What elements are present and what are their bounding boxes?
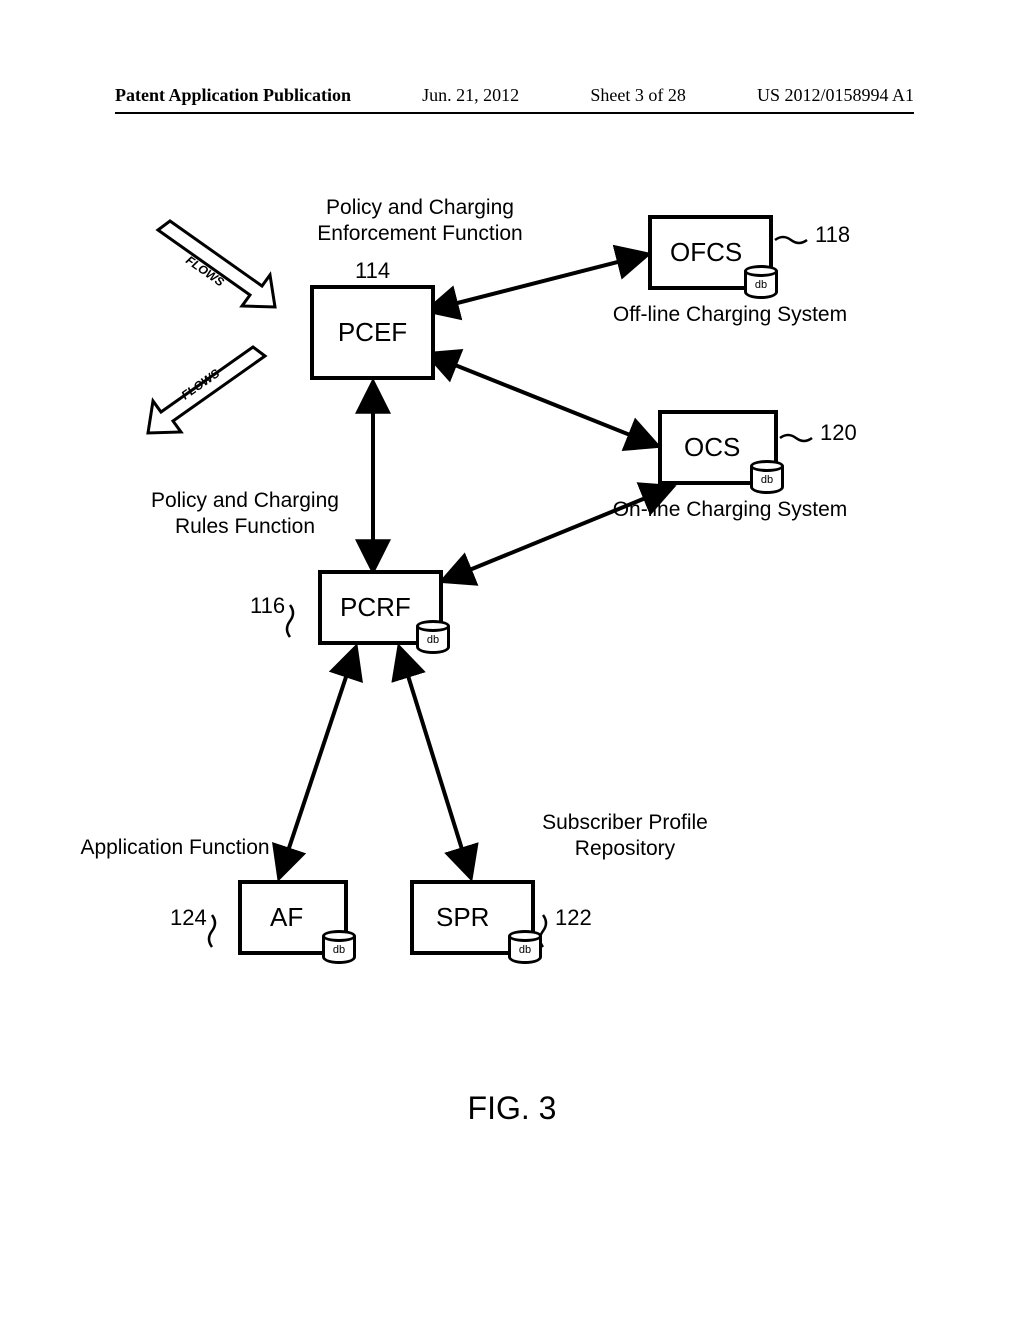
- pcef-node: PCEF: [310, 285, 435, 380]
- publication-number: US 2012/0158994 A1: [757, 85, 914, 106]
- db-label: db: [750, 474, 784, 486]
- publication-type: Patent Application Publication: [115, 85, 351, 106]
- ofcs-title: Off-line Charging System: [600, 302, 860, 328]
- spr-title: Subscriber Profile Repository: [520, 810, 730, 863]
- ocs-db-icon: db: [750, 460, 784, 500]
- spr-db-icon: db: [508, 930, 542, 970]
- pcrf-text: PCRF: [340, 592, 411, 623]
- db-label: db: [508, 944, 542, 956]
- header-divider: [115, 112, 914, 114]
- ofcs-reference: 118: [815, 222, 850, 248]
- af-text: AF: [270, 902, 303, 933]
- ocs-reference: 120: [820, 420, 857, 446]
- figure-caption: FIG. 3: [0, 1090, 1024, 1127]
- pcef-reference: 114: [355, 258, 390, 284]
- pcrf-reference: 116: [250, 593, 285, 619]
- ocs-title: On-line Charging System: [600, 497, 860, 523]
- diagram-container: FLOWS FLOWS Policy and Charging Enforcem…: [100, 180, 930, 1050]
- publication-date: Jun. 21, 2012: [422, 85, 519, 106]
- sheet-number: Sheet 3 of 28: [590, 85, 685, 106]
- pcrf-title: Policy and Charging Rules Function: [140, 488, 350, 541]
- db-label: db: [322, 944, 356, 956]
- spr-text: SPR: [436, 902, 489, 933]
- spr-reference: 122: [555, 905, 592, 931]
- pcrf-db-icon: db: [416, 620, 450, 660]
- af-db-icon: db: [322, 930, 356, 970]
- db-label: db: [416, 634, 450, 646]
- pcef-text: PCEF: [338, 317, 407, 348]
- af-reference: 124: [170, 905, 207, 931]
- page-header: Patent Application Publication Jun. 21, …: [115, 85, 914, 106]
- pcef-title: Policy and Charging Enforcement Function: [295, 195, 545, 248]
- ocs-text: OCS: [684, 432, 740, 463]
- af-title: Application Function: [70, 835, 280, 861]
- ofcs-text: OFCS: [670, 237, 742, 268]
- db-label: db: [744, 279, 778, 291]
- ofcs-db-icon: db: [744, 265, 778, 305]
